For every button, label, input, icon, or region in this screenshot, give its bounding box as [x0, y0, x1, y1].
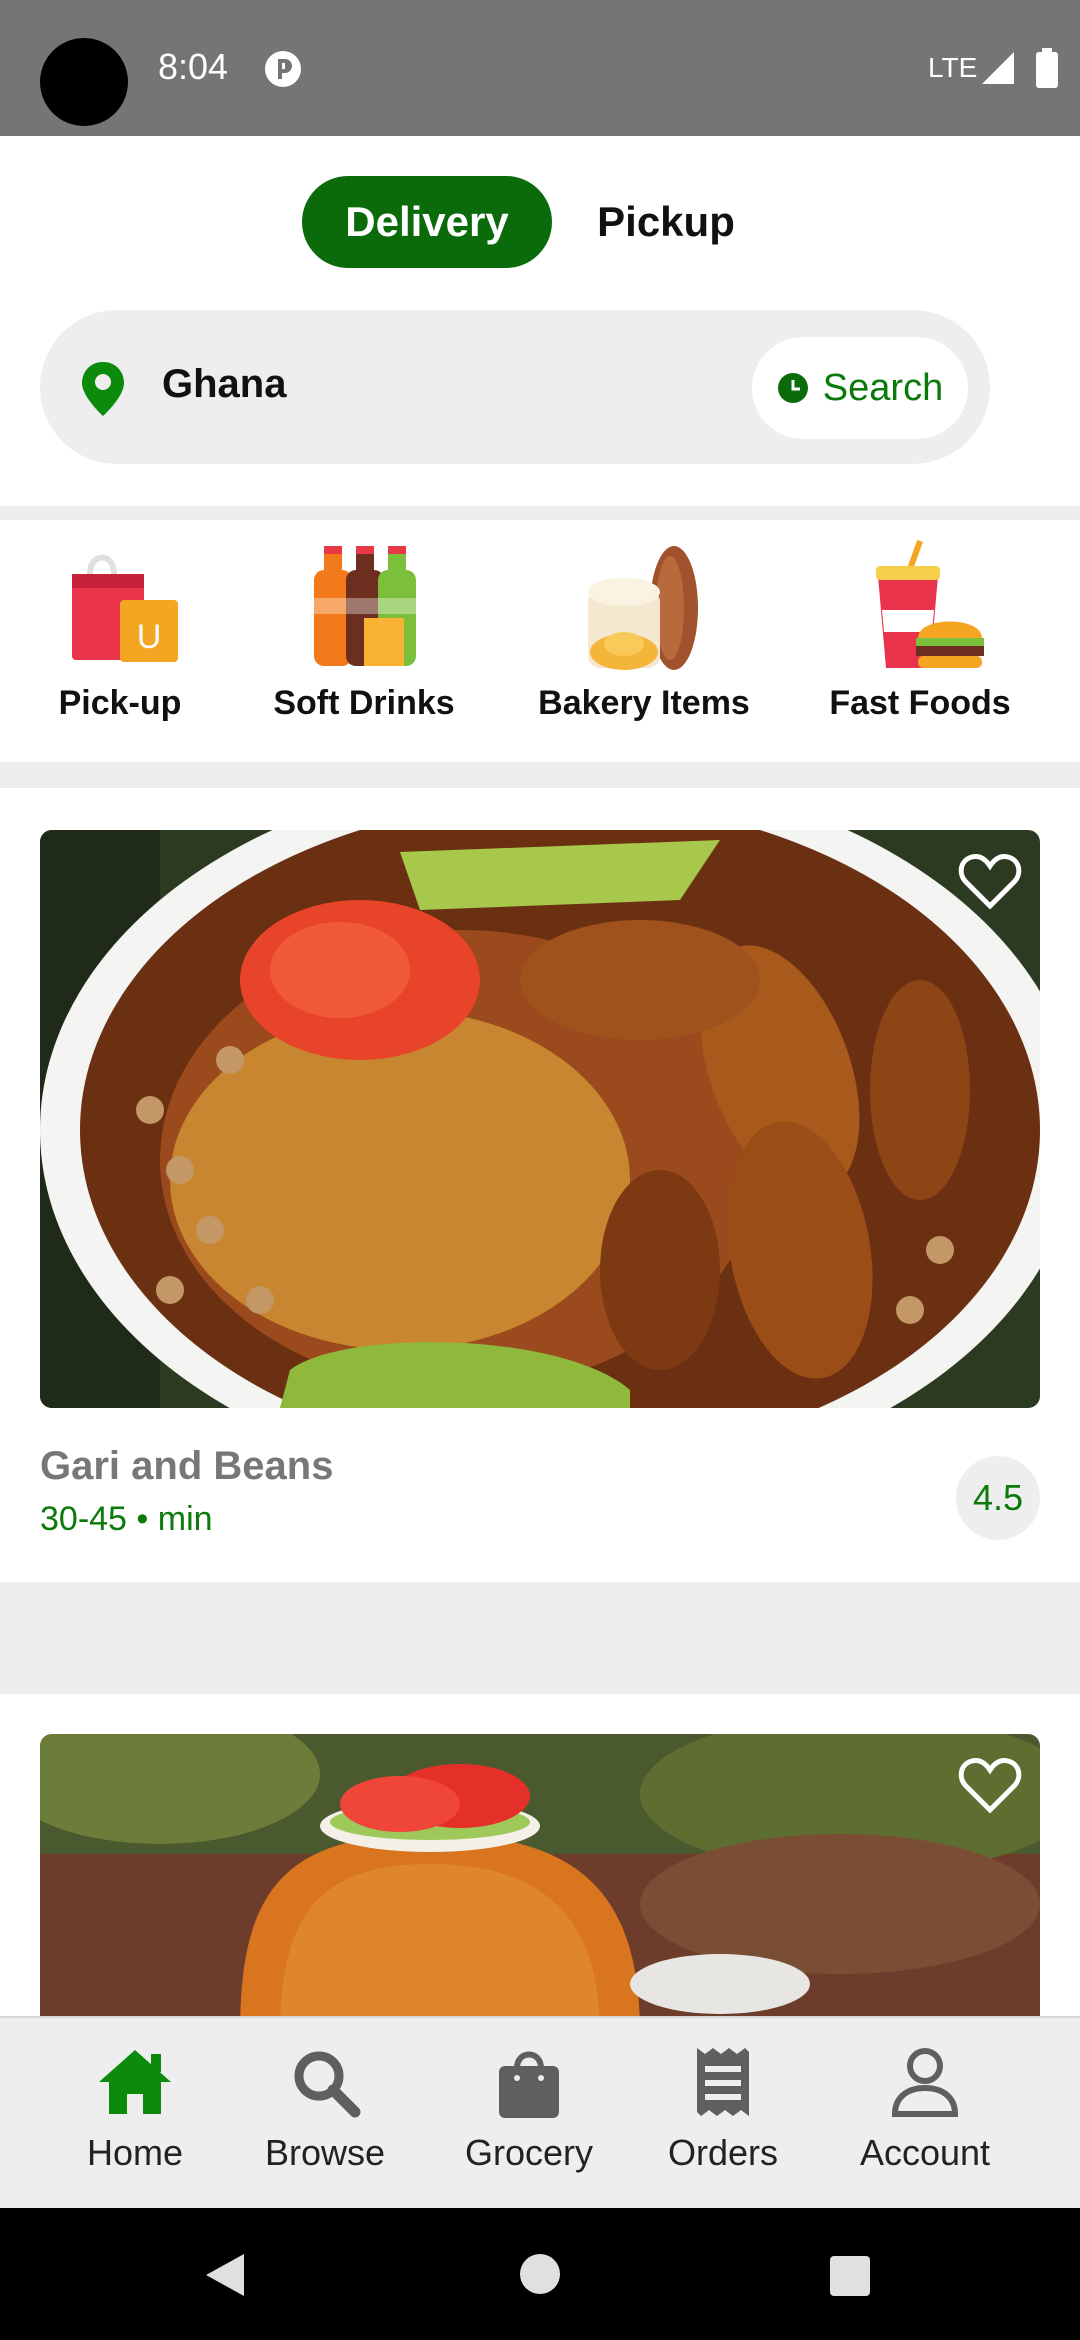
nav-home[interactable]: Home: [40, 2044, 230, 2194]
signal-icon: [982, 52, 1014, 84]
location-bar[interactable]: Ghana Search: [40, 310, 990, 464]
burger-drink-icon: [876, 540, 984, 668]
divider: [0, 762, 1080, 788]
delivery-time: 30-45 • min: [40, 1500, 213, 1538]
nav-label: Browse: [264, 2132, 386, 2173]
shopping-bag-icon: [499, 2051, 559, 2118]
delivery-tab[interactable]: Delivery: [302, 176, 552, 268]
status-bar: 8:04 LTE: [0, 0, 1080, 136]
nav-label: Orders: [667, 2132, 779, 2173]
restaurant-card[interactable]: Gari and Beans 30-45 • min 4.5: [0, 788, 1080, 1582]
nav-browse[interactable]: Browse: [230, 2044, 420, 2194]
search-icon: [294, 2051, 361, 2118]
rating-badge: 4.5: [956, 1456, 1040, 1540]
category-row: U Pick-up Soft Drinks Bakery Items Fast …: [0, 540, 1080, 740]
nav-grocery[interactable]: Grocery: [434, 2044, 624, 2194]
category-soft-drinks[interactable]: Soft Drinks: [244, 540, 484, 740]
pickup-tab[interactable]: Pickup: [586, 176, 746, 268]
location-pin-icon: [82, 362, 124, 416]
receipt-icon: [697, 2048, 749, 2116]
nav-label: Account: [859, 2132, 991, 2173]
bread-icon: [588, 546, 698, 670]
gari-and-beans-photo[interactable]: [40, 830, 1040, 1408]
back-icon[interactable]: [202, 2252, 246, 2298]
home-icon: [99, 2050, 171, 2114]
divider: [0, 1582, 1080, 1694]
bottom-navigation: Home Browse Grocery Orders Account: [0, 2016, 1080, 2208]
mode-toggle: Delivery Pickup: [0, 176, 1080, 272]
network-type: LTE: [928, 52, 978, 83]
svg-text:U: U: [137, 618, 162, 656]
category-label: Pick-up: [58, 684, 182, 722]
recent-apps-icon[interactable]: [830, 2256, 870, 2296]
divider: [0, 506, 1080, 520]
category-label: Fast Foods: [829, 684, 1011, 722]
person-icon: [891, 2048, 959, 2117]
clock-icon: [777, 373, 808, 403]
nav-label: Grocery: [464, 2132, 594, 2173]
camera-cutout: [40, 38, 128, 126]
system-navigation-bar: [0, 2208, 1080, 2340]
favorite-heart-icon[interactable]: [958, 852, 1022, 912]
home-circle-icon[interactable]: [520, 2254, 560, 2294]
battery-icon: [1036, 48, 1058, 88]
category-pickup[interactable]: U Pick-up: [0, 540, 240, 740]
food-image: [40, 1734, 1040, 2034]
soda-bottles-icon: [314, 546, 416, 666]
nav-orders[interactable]: Orders: [628, 2044, 818, 2194]
food-image: [40, 830, 1040, 1408]
jollof-rice-photo[interactable]: [40, 1734, 1040, 2034]
search-button[interactable]: Search: [752, 337, 968, 439]
shopping-bags-icon: U: [72, 554, 178, 662]
restaurant-card[interactable]: [0, 1694, 1080, 2034]
favorite-heart-icon[interactable]: [958, 1756, 1022, 1816]
category-fast-foods[interactable]: Fast Foods: [800, 540, 1040, 740]
location-value: Ghana: [162, 362, 287, 406]
nav-account[interactable]: Account: [830, 2044, 1020, 2194]
category-label: Bakery Items: [538, 684, 750, 722]
category-bakery-items[interactable]: Bakery Items: [524, 540, 764, 740]
category-label: Soft Drinks: [273, 684, 455, 722]
nav-label: Home: [86, 2132, 184, 2173]
search-label: Search: [822, 366, 944, 409]
app-notification-icon: [265, 51, 301, 87]
status-time: 8:04: [158, 46, 229, 87]
restaurant-title: Gari and Beans: [40, 1444, 334, 1488]
